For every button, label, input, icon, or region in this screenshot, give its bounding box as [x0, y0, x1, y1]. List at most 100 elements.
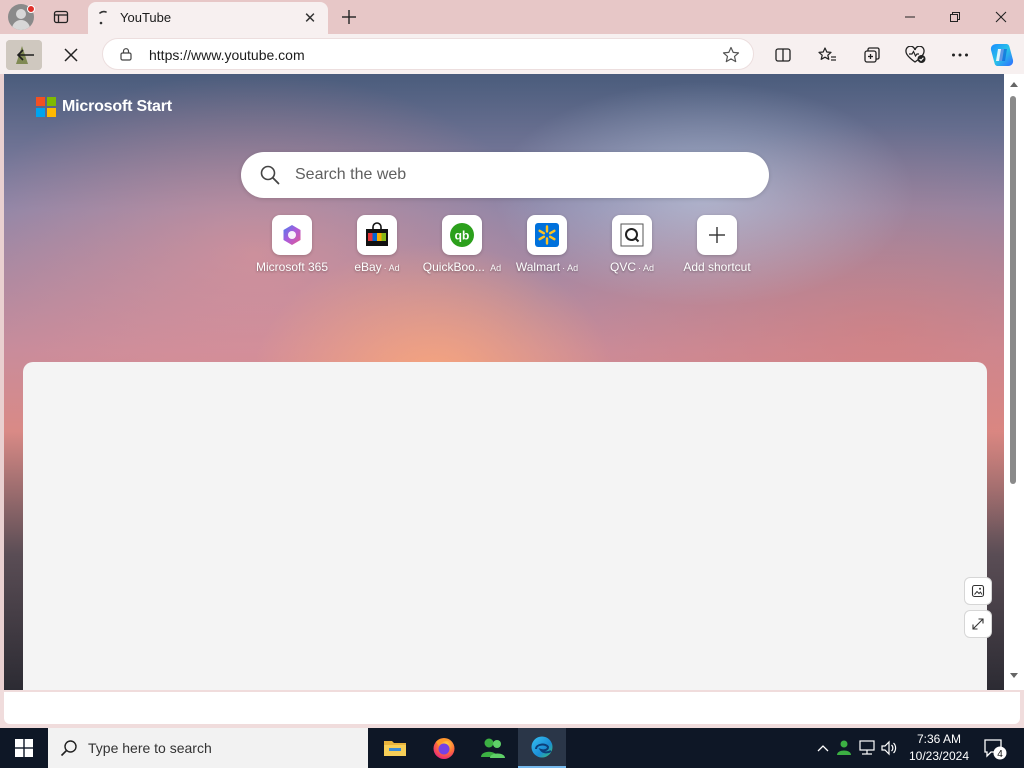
- expand-arrows-icon: [972, 618, 984, 630]
- stop-loading-button[interactable]: [56, 40, 86, 70]
- browser-essentials-button[interactable]: [905, 44, 927, 66]
- split-screen-icon: [775, 48, 791, 62]
- speaker-icon: [881, 740, 897, 756]
- notification-count: 4: [997, 749, 1003, 760]
- shortcut-walmart[interactable]: Walmart · Ad: [504, 215, 590, 277]
- people-icon: [481, 738, 505, 758]
- copilot-icon[interactable]: [989, 42, 1015, 68]
- shortcut-ebay[interactable]: eBay · Ad: [334, 215, 420, 277]
- window-close-button[interactable]: [980, 0, 1022, 34]
- new-tab-page: Microsoft Start Microsoft 365: [4, 74, 1004, 690]
- shortcut-qvc[interactable]: QVC · Ad: [589, 215, 675, 277]
- address-bar[interactable]: https://www.youtube.com: [102, 38, 754, 70]
- ad-badge: · Ad: [383, 263, 400, 273]
- taskbar-edge[interactable]: [518, 728, 566, 768]
- start-button[interactable]: [0, 728, 48, 768]
- background-image-button[interactable]: [964, 577, 992, 605]
- close-icon: [995, 11, 1007, 23]
- shortcut-add[interactable]: Add shortcut: [674, 215, 760, 277]
- taskbar-search-placeholder: Type here to search: [88, 740, 212, 756]
- shortcut-label: eBay · Ad: [334, 260, 420, 274]
- network-icon: [859, 740, 875, 755]
- taskbar-search-box[interactable]: Type here to search: [48, 728, 368, 768]
- search-icon: [60, 740, 77, 757]
- profile-notification-dot: [27, 5, 35, 13]
- network-button[interactable]: [856, 728, 878, 768]
- quickbooks-tile[interactable]: qb: [442, 215, 482, 255]
- collections-icon: [864, 47, 880, 63]
- page-scrollbar[interactable]: [1004, 74, 1024, 690]
- ad-badge: · Ad: [638, 263, 655, 273]
- scroll-down-icon[interactable]: [1009, 672, 1019, 680]
- taskbar-people-app[interactable]: [469, 728, 517, 768]
- qvc-tile[interactable]: [612, 215, 652, 255]
- volume-button[interactable]: [878, 728, 900, 768]
- plus-icon: [342, 10, 356, 24]
- address-url-text[interactable]: https://www.youtube.com: [149, 47, 305, 63]
- shortcut-name: Add shortcut: [683, 260, 751, 274]
- shortcut-quickbooks[interactable]: qb QuickBoo... Ad: [419, 215, 505, 277]
- back-button[interactable]: [6, 40, 42, 70]
- settings-more-button[interactable]: [949, 44, 971, 66]
- add-shortcut-tile[interactable]: [697, 215, 737, 255]
- heart-pulse-icon: [905, 46, 926, 63]
- lock-icon[interactable]: [119, 47, 133, 61]
- ad-badge: · Ad: [562, 263, 579, 273]
- microsoft-logo-icon: [36, 97, 56, 117]
- favorites-button[interactable]: [816, 44, 838, 66]
- notification-center-icon[interactable]: 4: [980, 734, 1008, 762]
- shortcut-label: QVC · Ad: [589, 260, 675, 274]
- split-screen-button[interactable]: [772, 44, 794, 66]
- content-feed-panel: [23, 362, 987, 690]
- shortcut-name: QVC: [609, 260, 636, 274]
- taskbar-file-explorer[interactable]: [371, 728, 419, 768]
- favorite-star-icon[interactable]: [721, 45, 741, 65]
- microsoft-365-icon: [283, 225, 301, 245]
- tab-youtube[interactable]: YouTube ✕: [88, 2, 328, 34]
- window-restore-button[interactable]: [935, 0, 975, 34]
- microsoft-365-tile[interactable]: [272, 215, 312, 255]
- firefox-icon: [433, 738, 455, 759]
- tab-actions-menu-button[interactable]: [48, 0, 74, 34]
- windows-logo-icon: [15, 739, 33, 757]
- taskbar-clock[interactable]: 7:36 AM 10/23/2024: [904, 731, 974, 765]
- chevron-up-icon: [817, 745, 829, 752]
- tab-title: YouTube: [120, 10, 172, 25]
- window-minimize-button[interactable]: [890, 0, 930, 34]
- shortcut-name: eBay: [354, 260, 382, 274]
- shortcut-label: QuickBoo... Ad: [419, 260, 505, 274]
- quickbooks-icon: qb: [450, 223, 474, 247]
- web-search-box[interactable]: [241, 152, 769, 198]
- brand-label: Microsoft Start: [62, 98, 172, 115]
- stop-x-icon: [64, 48, 78, 62]
- microsoft-start-brand[interactable]: Microsoft Start: [36, 96, 172, 118]
- scrollbar-thumb[interactable]: [1010, 96, 1016, 484]
- search-input[interactable]: [295, 163, 735, 187]
- minimize-icon: [905, 16, 915, 18]
- shortcut-microsoft-365[interactable]: Microsoft 365: [249, 215, 335, 277]
- shortcut-label: Add shortcut: [674, 260, 760, 274]
- taskbar-firefox[interactable]: [420, 728, 468, 768]
- loading-spinner-icon: [99, 10, 107, 25]
- collections-button[interactable]: [861, 44, 883, 66]
- browser-titlebar: YouTube ✕: [0, 0, 1024, 34]
- tab-actions-icon: [53, 10, 69, 24]
- svg-text:qb: qb: [455, 229, 470, 243]
- walmart-spark-icon: [535, 223, 559, 247]
- edge-icon: [531, 736, 553, 758]
- tab-close-icon[interactable]: ✕: [300, 8, 320, 28]
- tray-people-button[interactable]: [834, 728, 856, 768]
- new-tab-button[interactable]: [336, 0, 362, 34]
- clock-time: 7:36 AM: [916, 732, 962, 746]
- scroll-up-icon[interactable]: [1009, 80, 1019, 88]
- people-tray-icon: [837, 740, 851, 755]
- ad-badge: Ad: [490, 263, 502, 273]
- walmart-tile[interactable]: [527, 215, 567, 255]
- expand-button[interactable]: [964, 610, 992, 638]
- tray-overflow-button[interactable]: [812, 728, 834, 768]
- restore-icon: [950, 12, 960, 22]
- browser-bottom-frame: [0, 690, 1024, 728]
- ebay-tile[interactable]: [357, 215, 397, 255]
- system-tray: [812, 728, 900, 768]
- favorites-star-list-icon: [818, 47, 836, 61]
